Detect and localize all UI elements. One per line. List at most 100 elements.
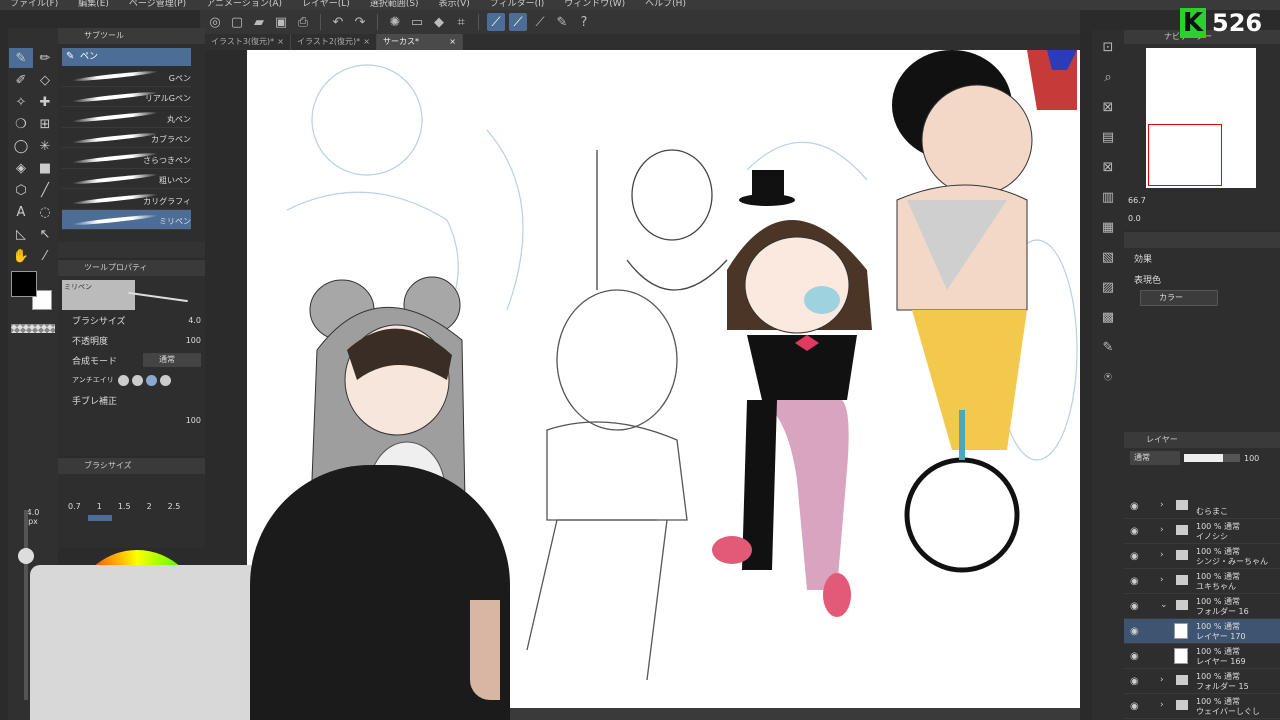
blend-mode-row[interactable]: 合成モード 通常 (58, 350, 205, 370)
brush-size-value[interactable]: 4.0 (188, 316, 201, 325)
rotation-value[interactable]: 0.0 (1128, 214, 1141, 223)
tab-illust2[interactable]: イラスト2(復元)* × (291, 34, 377, 50)
brush-item-gpen[interactable]: Gペン (62, 66, 191, 87)
stabilizer-value[interactable]: 100 (186, 416, 201, 425)
tab-illust3[interactable]: イラスト3(復元)* × (205, 34, 291, 50)
main-color-swatch[interactable] (11, 271, 37, 297)
figure-icon[interactable]: ⍟ (1098, 366, 1118, 388)
lasso-tool-icon[interactable]: ◯ (9, 136, 33, 156)
auto-action-icon[interactable]: ▨ (1098, 276, 1118, 298)
size-preset[interactable]: 2 (147, 502, 152, 511)
decoration-tool-icon[interactable]: ✚ (33, 92, 57, 112)
menu-file[interactable]: ファイル(F) (0, 0, 68, 10)
ruler-tool-icon[interactable]: ◺ (9, 224, 33, 244)
chevron-right-icon[interactable]: › (1160, 500, 1164, 510)
history-icon[interactable]: ▧ (1098, 246, 1118, 268)
brush-item-saratsuki-pen[interactable]: さらつきペン (62, 148, 191, 169)
visibility-eye-icon[interactable]: ◉ (1130, 701, 1139, 712)
chevron-right-icon[interactable]: › (1160, 700, 1164, 710)
loading-icon[interactable]: ✺ (386, 13, 404, 31)
brush-item-rough-pen[interactable]: 粗いペン (62, 169, 191, 189)
layer-row[interactable]: ◉ 100 % 通常 レイヤー 170 (1124, 619, 1280, 644)
expression-color-select[interactable]: カラー (1140, 290, 1218, 306)
move-tool-icon[interactable]: ↖ (33, 224, 57, 244)
vertical-scrollbar[interactable] (1080, 34, 1092, 720)
size-preset[interactable]: 1 (97, 502, 102, 511)
menu-page[interactable]: ページ管理(P) (119, 0, 196, 10)
zoom-value[interactable]: 66.7 (1128, 196, 1146, 205)
blend-mode-select[interactable]: 通常 (143, 353, 201, 367)
brush-item-kabura-pen[interactable]: カブラペン (62, 128, 191, 148)
new-file-icon[interactable]: ▢ (228, 13, 246, 31)
sub-view-icon[interactable]: ⊠ (1098, 96, 1118, 118)
transform-icon[interactable]: ⌗ (452, 13, 470, 31)
size-preset[interactable]: 0.7 (68, 502, 81, 511)
edit-icon[interactable]: ✎ (1098, 336, 1118, 358)
chevron-right-icon[interactable]: › (1160, 525, 1164, 535)
visibility-eye-icon[interactable]: ◉ (1130, 676, 1139, 687)
layer-row[interactable]: ◉ › 100 % 通常 シンジ・みーちゃん (1124, 544, 1280, 569)
eyedropper-tool-icon[interactable]: ⁄ (33, 246, 57, 266)
size-preset[interactable]: 2.5 (168, 502, 181, 511)
magic-wand-icon[interactable]: ✳ (33, 136, 57, 156)
antialias-options[interactable] (118, 374, 171, 386)
gradient-tool-icon[interactable]: ■ (33, 158, 57, 178)
layer-opacity-value[interactable]: 100 (1244, 454, 1259, 463)
visibility-eye-icon[interactable]: ◉ (1130, 526, 1139, 537)
subtool-group-pen[interactable]: ✎ ペン (62, 48, 191, 66)
size-preset[interactable]: 1.5 (118, 502, 131, 511)
menu-filter[interactable]: フィルター(I) (480, 0, 555, 10)
eraser-tool-icon[interactable]: ◇ (33, 70, 57, 90)
line-tool-icon[interactable]: ╱ (33, 180, 57, 200)
fill-icon[interactable]: ◆ (430, 13, 448, 31)
snap-grid-icon[interactable]: ⟋ (531, 13, 549, 31)
chevron-right-icon[interactable]: › (1160, 575, 1164, 585)
undo-icon[interactable]: ↶ (329, 13, 347, 31)
clear-icon[interactable]: ▭ (408, 13, 426, 31)
brush-item-calligraphy[interactable]: カリグラフィ (62, 189, 191, 210)
tab-close-icon[interactable]: × (449, 34, 456, 50)
grid-tool-icon[interactable]: ⊞ (33, 114, 57, 134)
brush-size-row[interactable]: ブラシサイズ 4.0 (58, 310, 205, 330)
antialias-row[interactable]: アンチエイリアス (58, 370, 205, 390)
hand-tool-icon[interactable]: ✋ (9, 246, 33, 266)
layer-property-icon[interactable]: ▩ (1098, 306, 1118, 328)
figure-tool-icon[interactable]: ⬡ (9, 180, 33, 200)
layer-blend-select[interactable]: 通常 (1130, 451, 1180, 465)
size-slider-track[interactable] (24, 510, 28, 700)
balloon-tool-icon[interactable]: ◌ (33, 202, 57, 222)
brush-item-round-pen[interactable]: 丸ペン (62, 107, 191, 128)
pencil-tool-icon[interactable]: ✏ (33, 48, 57, 68)
tab-close-icon[interactable]: × (277, 34, 284, 50)
layer-row[interactable]: ◉ › 100 % 通常 ユキちゃん (1124, 569, 1280, 594)
layer-row[interactable]: ◉ › 100 % 通常 イノシシ (1124, 519, 1280, 544)
transparent-color-swatch[interactable] (11, 324, 55, 333)
visibility-eye-icon[interactable]: ◉ (1130, 651, 1139, 662)
stabilizer-value-row[interactable]: 100 (58, 410, 205, 430)
material-icon[interactable]: ▤ (1098, 126, 1118, 148)
airbrush-tool-icon[interactable]: ✧ (9, 92, 33, 112)
layer-row[interactable]: ◉ › 100 % 通常 ウェイバーしぐし (1124, 694, 1280, 719)
menu-selection[interactable]: 選択範囲(S) (360, 0, 429, 10)
edit-icon[interactable]: ✎ (553, 13, 571, 31)
print-icon[interactable]: ⎙ (294, 13, 312, 31)
menu-window[interactable]: ウィンドウ(W) (554, 0, 635, 10)
tab-circus[interactable]: サーカス* × (377, 34, 463, 50)
chevron-right-icon[interactable]: › (1160, 675, 1164, 685)
help-icon[interactable]: ? (575, 13, 593, 31)
visibility-eye-icon[interactable]: ◉ (1130, 601, 1139, 612)
menu-layer[interactable]: レイヤー(L) (292, 0, 360, 10)
size-slider-knob[interactable] (18, 548, 34, 564)
visibility-eye-icon[interactable]: ◉ (1130, 551, 1139, 562)
layer-row[interactable]: ◉ ⌄ 100 % 通常 フォルダー 16 (1124, 594, 1280, 619)
visibility-eye-icon[interactable]: ◉ (1130, 501, 1139, 512)
pen-tool-icon[interactable]: ✎ (9, 48, 33, 68)
layer-row[interactable]: ◉ 100 % 通常 レイヤー 169 (1124, 644, 1280, 669)
chevron-down-icon[interactable]: ⌄ (1160, 600, 1168, 610)
snap-special-ruler-icon[interactable]: ⟋ (509, 13, 527, 31)
opacity-value[interactable]: 100 (186, 336, 201, 345)
tab-close-icon[interactable]: × (363, 34, 370, 50)
blend-tool-icon[interactable]: ❍ (9, 114, 33, 134)
navigator-icon[interactable]: ⊡ (1098, 36, 1118, 58)
snap-ruler-icon[interactable]: ⟋ (487, 13, 505, 31)
